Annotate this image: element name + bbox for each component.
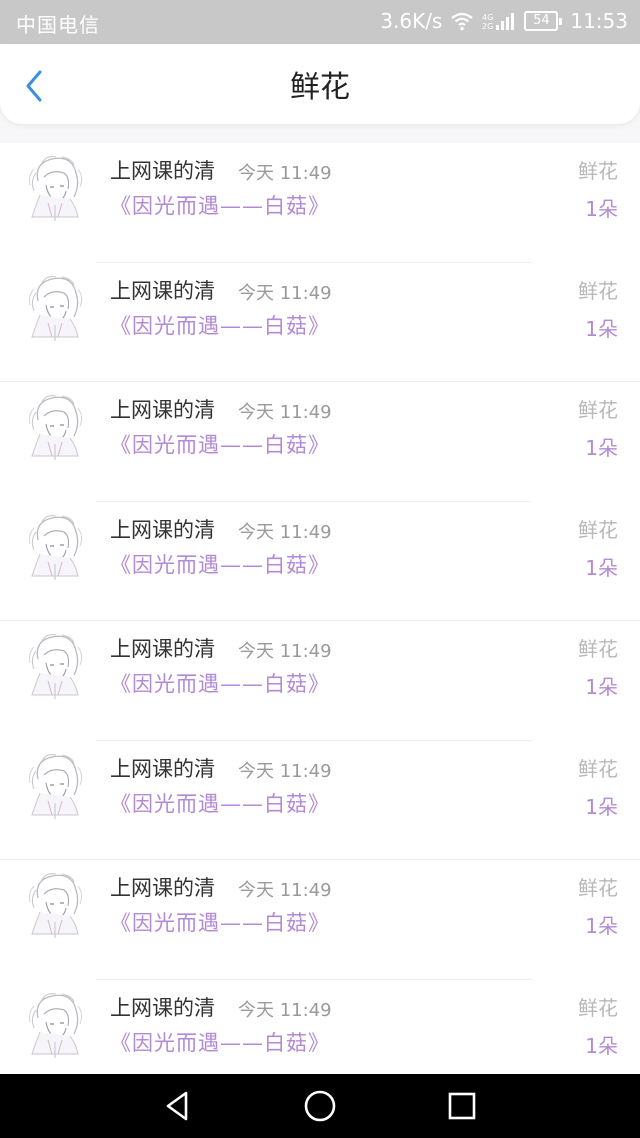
svg-text:2G: 2G xyxy=(482,22,493,31)
gift-count: 1朵 xyxy=(585,555,618,580)
gift-type: 鲜花 xyxy=(578,756,618,781)
gift-type: 鲜花 xyxy=(578,517,618,542)
list-item[interactable]: 上网课的清 今天 11:49 《因光而遇——白菇》 鲜花 1朵 xyxy=(0,262,640,382)
book-title[interactable]: 《因光而遇——白菇》 xyxy=(110,1027,330,1057)
timestamp: 今天 11:49 xyxy=(238,641,332,662)
user-name[interactable]: 上网课的清 xyxy=(110,514,215,544)
nav-home-button[interactable] xyxy=(302,1088,338,1124)
nav-recent-button[interactable] xyxy=(444,1088,480,1124)
book-title[interactable]: 《因光而遇——白菇》 xyxy=(110,190,330,220)
user-name[interactable]: 上网课的清 xyxy=(110,275,215,305)
header: 鲜花 xyxy=(0,44,640,124)
navigation-bar xyxy=(0,1074,640,1138)
avatar[interactable] xyxy=(22,868,88,942)
list-item[interactable]: 上网课的清 今天 11:49 《因光而遇——白菇》 鲜花 1朵 xyxy=(0,501,640,621)
gift-list: 上网课的清 今天 11:49 《因光而遇——白菇》 鲜花 1朵 上网课的清 今天 xyxy=(0,143,640,1099)
signal-icon: 4G 2G xyxy=(482,11,516,31)
list-item[interactable]: 上网课的清 今天 11:49 《因光而遇——白菇》 鲜花 1朵 xyxy=(0,621,640,741)
timestamp: 今天 11:49 xyxy=(238,880,332,901)
list-item[interactable]: 上网课的清 今天 11:49 《因光而遇——白菇》 鲜花 1朵 xyxy=(0,740,640,860)
book-title[interactable]: 《因光而遇——白菇》 xyxy=(110,549,330,579)
battery-level: 54 xyxy=(524,11,559,31)
svg-text:4G: 4G xyxy=(482,13,493,22)
triangle-back-icon xyxy=(160,1091,196,1128)
timestamp: 今天 11:49 xyxy=(238,760,332,782)
gift-type: 鲜花 xyxy=(578,876,618,900)
gift-count: 1朵 xyxy=(585,316,618,341)
battery-tip xyxy=(559,17,563,25)
square-recent-icon xyxy=(444,1092,480,1128)
gift-count: 1朵 xyxy=(585,914,618,938)
user-name[interactable]: 上网课的清 xyxy=(110,753,215,783)
avatar[interactable] xyxy=(22,988,88,1062)
timestamp: 今天 11:49 xyxy=(238,402,332,423)
user-name[interactable]: 上网课的清 xyxy=(110,992,215,1022)
book-title[interactable]: 《因光而遇——白菇》 xyxy=(110,668,330,698)
gift-type: 鲜花 xyxy=(578,637,618,661)
gift-count: 1朵 xyxy=(585,1033,618,1058)
list-item[interactable]: 上网课的清 今天 11:49 《因光而遇——白菇》 鲜花 1朵 xyxy=(0,382,640,502)
timestamp: 今天 11:49 xyxy=(238,999,332,1021)
user-name[interactable]: 上网课的清 xyxy=(110,872,215,902)
avatar[interactable] xyxy=(22,510,88,584)
circle-home-icon xyxy=(302,1090,338,1128)
gift-count: 1朵 xyxy=(585,675,618,699)
user-name[interactable]: 上网课的清 xyxy=(110,633,215,663)
avatar[interactable] xyxy=(22,629,88,703)
user-name[interactable]: 上网课的清 xyxy=(110,155,215,185)
timestamp: 今天 11:49 xyxy=(238,163,332,184)
book-title[interactable]: 《因光而遇——白菇》 xyxy=(110,907,330,937)
avatar[interactable] xyxy=(22,390,88,464)
page-title: 鲜花 xyxy=(290,70,350,105)
user-name[interactable]: 上网课的清 xyxy=(110,394,215,424)
list-item[interactable]: 上网课的清 今天 11:49 《因光而遇——白菇》 鲜花 1朵 xyxy=(0,143,640,263)
carrier-label: 中国电信 xyxy=(16,13,100,37)
status-bar: 中国电信 3.6K/s 4G 2G 54 11:53 xyxy=(0,0,640,44)
timestamp: 今天 11:49 xyxy=(238,521,332,543)
list-item[interactable]: 上网课的清 今天 11:49 《因光而遇——白菇》 鲜花 1朵 xyxy=(0,860,640,980)
avatar[interactable] xyxy=(22,151,88,225)
status-right: 3.6K/s 4G 2G 54 11:53 xyxy=(380,9,628,33)
gift-count: 1朵 xyxy=(585,197,618,221)
book-title[interactable]: 《因光而遇——白菇》 xyxy=(110,429,330,459)
gift-type: 鲜花 xyxy=(578,398,618,422)
avatar[interactable] xyxy=(22,749,88,823)
nav-back-button[interactable] xyxy=(160,1088,196,1124)
battery-icon: 54 xyxy=(524,11,563,31)
network-speed: 3.6K/s xyxy=(380,9,443,33)
screen: 中国电信 3.6K/s 4G 2G 54 11:53 鲜花 上网课的清 今天 1… xyxy=(0,0,640,1138)
gift-type: 鲜花 xyxy=(578,159,618,183)
clock: 11:53 xyxy=(570,9,628,33)
gift-count: 1朵 xyxy=(585,436,618,460)
timestamp: 今天 11:49 xyxy=(238,282,332,304)
gift-type: 鲜花 xyxy=(578,278,618,303)
book-title[interactable]: 《因光而遇——白菇》 xyxy=(110,788,330,818)
wifi-icon xyxy=(450,11,474,31)
book-title[interactable]: 《因光而遇——白菇》 xyxy=(110,310,330,340)
avatar[interactable] xyxy=(22,271,88,345)
gift-count: 1朵 xyxy=(585,794,618,819)
gift-type: 鲜花 xyxy=(578,995,618,1020)
